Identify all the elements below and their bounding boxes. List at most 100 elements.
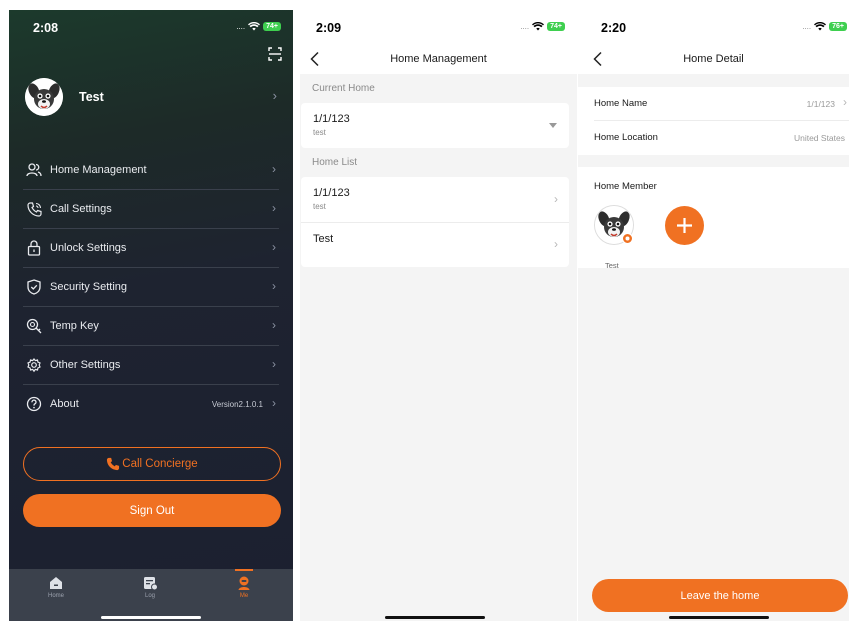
dropdown-caret-icon[interactable] <box>549 123 557 128</box>
status-bar: 2:20 .... 76+ <box>578 10 849 46</box>
chevron-right-icon: › <box>272 88 277 103</box>
signal-icon: .... <box>520 22 530 31</box>
call-concierge-label: Call Concierge <box>122 458 198 470</box>
home-indicator <box>385 616 485 619</box>
list-item[interactable]: Test › <box>301 222 569 267</box>
sign-out-label: Sign Out <box>129 504 175 517</box>
tab-log[interactable]: Log <box>103 569 197 621</box>
menu-item-call-settings[interactable]: Call Settings › <box>23 190 279 229</box>
settings-menu: Home Management › Call Settings › Unlock… <box>23 151 279 423</box>
current-home-card[interactable]: 1/1/123 test <box>301 103 569 148</box>
wifi-icon <box>814 22 827 31</box>
home-name-value: 1/1/123 <box>806 99 835 109</box>
home-indicator <box>101 616 201 619</box>
status-time: 2:08 <box>33 21 59 35</box>
home-member-label: Home Member <box>594 181 657 192</box>
menu-item-unlock-settings[interactable]: Unlock Settings › <box>23 229 279 268</box>
plus-icon <box>677 218 692 233</box>
home-title: 1/1/123 <box>313 113 350 125</box>
tab-label: Log <box>144 593 155 599</box>
gear-icon <box>25 356 43 374</box>
sign-out-button[interactable]: Sign Out <box>23 494 281 527</box>
list-item[interactable]: 1/1/123 test › <box>301 177 569 223</box>
battery-indicator: 76+ <box>829 22 847 31</box>
nav-bar: Home Management <box>300 46 577 74</box>
signal-icon: .... <box>236 22 246 31</box>
wifi-icon <box>532 22 545 31</box>
dog-avatar-icon <box>25 78 63 116</box>
profile-screen: 2:08 .... 74+ Test › Home Management › C… <box>9 10 293 621</box>
menu-item-security-setting[interactable]: Security Setting › <box>23 268 279 307</box>
users-icon <box>25 161 43 179</box>
menu-item-label: Call Settings <box>50 203 112 215</box>
menu-item-label: Security Setting <box>50 281 128 293</box>
call-concierge-button[interactable]: Call Concierge <box>23 447 281 481</box>
home-subtitle: test <box>313 128 326 137</box>
battery-indicator: 74+ <box>547 22 565 31</box>
question-icon <box>25 395 43 413</box>
add-member-button[interactable] <box>665 206 704 245</box>
home-subtitle: test <box>313 202 326 211</box>
wifi-icon <box>248 22 261 31</box>
menu-item-other-settings[interactable]: Other Settings › <box>23 346 279 385</box>
active-tab-indicator <box>235 569 253 571</box>
menu-item-label: Home Management <box>50 164 147 176</box>
status-bar: 2:08 .... 74+ <box>9 10 293 46</box>
home-name-label: Home Name <box>594 98 648 109</box>
menu-item-label: Temp Key <box>50 320 99 332</box>
member-name: Test <box>605 261 619 270</box>
home-name-row[interactable]: Home Name 1/1/123 › <box>578 87 849 121</box>
phone-icon <box>107 457 120 471</box>
status-time: 2:09 <box>316 21 342 35</box>
menu-item-home-management[interactable]: Home Management › <box>23 151 279 190</box>
chevron-right-icon: › <box>272 357 276 371</box>
key-icon <box>25 317 43 335</box>
lock-icon <box>25 239 43 257</box>
menu-item-temp-key[interactable]: Temp Key › <box>23 307 279 346</box>
home-location-label: Home Location <box>594 132 658 143</box>
page-title: Home Detail <box>683 53 744 65</box>
home-indicator <box>669 616 769 619</box>
home-detail-screen: 2:20 .... 76+ Home Detail Home Name 1/1/… <box>578 10 849 621</box>
home-icon <box>50 577 62 589</box>
scan-icon[interactable] <box>267 46 283 62</box>
battery-indicator: 74+ <box>263 22 281 31</box>
tab-bar: Home Log Me <box>9 569 293 621</box>
nav-bar: Home Detail <box>578 46 849 74</box>
tab-home[interactable]: Home <box>9 569 103 621</box>
home-info-card: Home Name 1/1/123 › Home Location United… <box>578 87 849 155</box>
chevron-right-icon: › <box>272 201 276 215</box>
chevron-right-icon: › <box>843 95 847 109</box>
tab-label: Home <box>47 593 64 599</box>
chevron-right-icon: › <box>554 237 558 251</box>
chevron-right-icon: › <box>272 279 276 293</box>
leave-home-label: Leave the home <box>680 589 760 602</box>
owner-badge-icon <box>622 233 633 244</box>
signal-icon: .... <box>802 22 812 31</box>
chevron-right-icon: › <box>554 192 558 206</box>
tab-me[interactable]: Me <box>197 569 291 621</box>
chevron-right-icon: › <box>272 162 276 176</box>
home-management-screen: 2:09 .... 74+ Home Management Current Ho… <box>300 10 577 621</box>
user-name[interactable]: Test <box>79 90 104 104</box>
status-bar: 2:09 .... 74+ <box>300 10 577 46</box>
menu-item-label: Unlock Settings <box>50 242 127 254</box>
app-version: Version2.1.0.1 <box>211 399 263 409</box>
menu-item-about[interactable]: About Version2.1.0.1 › <box>23 385 279 423</box>
home-list: 1/1/123 test › Test › <box>301 177 569 267</box>
leave-home-button[interactable]: Leave the home <box>592 579 848 612</box>
section-label: Home List <box>312 157 358 168</box>
phone-icon <box>25 200 43 218</box>
home-title: 1/1/123 <box>313 187 350 199</box>
status-time: 2:20 <box>601 21 627 35</box>
menu-item-label: Other Settings <box>50 359 121 371</box>
chevron-right-icon: › <box>272 396 276 410</box>
home-location-value: United States <box>793 133 845 143</box>
home-title: Test <box>313 233 334 245</box>
page-title: Home Management <box>390 53 487 65</box>
avatar[interactable] <box>25 78 63 116</box>
section-label: Current Home <box>312 83 375 94</box>
menu-item-label: About <box>50 398 79 410</box>
shield-icon <box>25 278 43 296</box>
profile-icon <box>238 576 250 590</box>
